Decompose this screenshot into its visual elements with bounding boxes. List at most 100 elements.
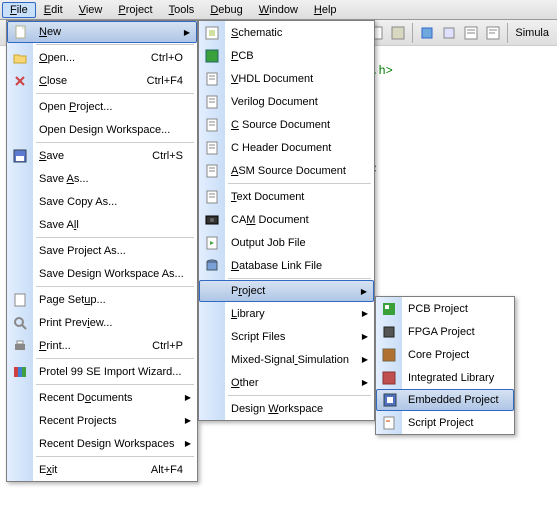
file-menu-recent-design-workspaces[interactable]: Recent Design Workspaces▶ — [7, 432, 197, 455]
pcb-icon — [204, 48, 220, 64]
menu-item-label: Save — [33, 150, 152, 162]
file-menu-save-all[interactable]: Save All — [7, 213, 197, 236]
menu-item-label: PCB — [225, 50, 374, 62]
verilog-icon — [204, 94, 220, 110]
new-menu-other[interactable]: Other▶ — [199, 371, 374, 394]
file-menu-open-project[interactable]: Open Project... — [7, 95, 197, 118]
file-menu-save[interactable]: SaveCtrl+S — [7, 144, 197, 167]
new-menu-schematic[interactable]: Schematic — [199, 21, 374, 44]
toolbar-btn-6[interactable] — [483, 23, 503, 43]
menu-item-label: CAM Document — [225, 214, 374, 226]
file-menu-save-as[interactable]: Save As... — [7, 167, 197, 190]
file-menu-save-project-as[interactable]: Save Project As... — [7, 239, 197, 262]
project-menu-fpga-project[interactable]: FPGA Project — [376, 320, 514, 343]
embed-icon — [382, 392, 398, 408]
file-menu-protel-99-se-import-wizard[interactable]: Protel 99 SE Import Wizard... — [7, 360, 197, 383]
menu-item-label: Text Document — [225, 191, 374, 203]
new-menu-mixed-signal-simulation[interactable]: Mixed-Signal Simulation▶ — [199, 348, 374, 371]
menubar-edit[interactable]: Edit — [36, 2, 71, 18]
save-icon — [12, 148, 28, 164]
new-menu-database-link-file[interactable]: Database Link File — [199, 254, 374, 277]
menubar-project[interactable]: Project — [110, 2, 160, 18]
menu-item-label: Library — [225, 308, 374, 320]
file-menu-print[interactable]: Print...Ctrl+P — [7, 334, 197, 357]
file-menu-open-design-workspace[interactable]: Open Design Workspace... — [7, 118, 197, 141]
menu-item-label: Recent Projects — [33, 415, 197, 427]
close-icon — [12, 73, 28, 89]
file-menu-save-design-workspace-as[interactable]: Save Design Workspace As... — [7, 262, 197, 285]
menubar-view[interactable]: View — [71, 2, 111, 18]
menu-item-label: Page Setup... — [33, 294, 197, 306]
file-menu-recent-projects[interactable]: Recent Projects▶ — [7, 409, 197, 432]
menu-item-shortcut: Alt+F4 — [151, 464, 197, 476]
preview-icon — [12, 315, 28, 331]
project-menu-script-project[interactable]: Script Project — [376, 411, 514, 434]
menu-item-label: FPGA Project — [402, 326, 514, 338]
import-icon — [12, 364, 28, 380]
menu-item-shortcut: Ctrl+P — [152, 340, 197, 352]
menu-item-label: Design Workspace — [225, 403, 374, 415]
project-menu-integrated-library[interactable]: Integrated Library — [376, 366, 514, 389]
menu-item-label: VHDL Document — [225, 73, 374, 85]
new-menu-project[interactable]: Project▶ — [199, 280, 374, 302]
menubar-tools[interactable]: Tools — [161, 2, 203, 18]
submenu-arrow-icon: ▶ — [362, 332, 368, 341]
file-menu-recent-documents[interactable]: Recent Documents▶ — [7, 386, 197, 409]
new-submenu: Schematic PCB VHDL Document Verilog Documen… — [198, 20, 375, 421]
menubar-debug[interactable]: Debug — [202, 2, 250, 18]
csrc-icon — [204, 117, 220, 133]
new-menu-pcb[interactable]: PCB — [199, 44, 374, 67]
menu-item-label: Recent Design Workspaces — [33, 438, 197, 450]
file-menu-save-copy-as[interactable]: Save Copy As... — [7, 190, 197, 213]
menu-item-label: Script Project — [402, 417, 514, 429]
intlib-icon — [381, 370, 397, 386]
core-icon — [381, 347, 397, 363]
menu-item-label: Save Copy As... — [33, 196, 197, 208]
new-menu-cam-document[interactable]: CAM Document — [199, 208, 374, 231]
print-icon — [12, 338, 28, 354]
menu-item-label: Database Link File — [225, 260, 374, 272]
menu-item-label: Exit — [33, 464, 151, 476]
menubar-window[interactable]: Window — [251, 2, 306, 18]
menu-item-label: Print Preview... — [33, 317, 197, 329]
toolbar-simulate[interactable]: Simula — [511, 27, 553, 39]
new-menu-script-files[interactable]: Script Files▶ — [199, 325, 374, 348]
submenu-arrow-icon: ▶ — [185, 416, 191, 425]
file-menu-print-preview[interactable]: Print Preview... — [7, 311, 197, 334]
menu-item-label: PCB Project — [402, 303, 514, 315]
submenu-arrow-icon: ▶ — [362, 378, 368, 387]
menu-item-label: New — [33, 26, 196, 38]
toolbar-btn-5[interactable] — [461, 23, 481, 43]
new-menu-verilog-document[interactable]: Verilog Document — [199, 90, 374, 113]
menubar-file[interactable]: File — [2, 2, 36, 18]
file-menu-exit[interactable]: ExitAlt+F4 — [7, 458, 197, 481]
new-menu-text-document[interactable]: Text Document — [199, 185, 374, 208]
project-menu-pcb-project[interactable]: PCB Project — [376, 297, 514, 320]
toolbar-btn-2[interactable] — [388, 23, 408, 43]
new-menu-library[interactable]: Library▶ — [199, 302, 374, 325]
new-menu-asm-source-document[interactable]: ASM Source Document — [199, 159, 374, 182]
new-menu-vhdl-document[interactable]: VHDL Document — [199, 67, 374, 90]
new-menu-c-source-document[interactable]: C Source Document — [199, 113, 374, 136]
project-menu-embedded-project[interactable]: Embedded Project — [376, 389, 514, 411]
file-menu-new[interactable]: New▶ — [7, 21, 197, 43]
submenu-arrow-icon: ▶ — [184, 28, 190, 37]
toolbar-btn-4[interactable] — [439, 23, 459, 43]
menu-item-shortcut: Ctrl+O — [151, 52, 197, 64]
file-menu-page-setup[interactable]: Page Setup... — [7, 288, 197, 311]
new-menu-c-header-document[interactable]: C Header Document — [199, 136, 374, 159]
file-menu: New▶Open...Ctrl+OCloseCtrl+F4Open Projec… — [6, 20, 198, 482]
file-menu-open[interactable]: Open...Ctrl+O — [7, 46, 197, 69]
menu-item-label: C Header Document — [225, 142, 374, 154]
project-menu-core-project[interactable]: Core Project — [376, 343, 514, 366]
toolbar-btn-3[interactable] — [417, 23, 437, 43]
menu-item-label: Core Project — [402, 349, 514, 361]
menu-item-label: Open Design Workspace... — [33, 124, 197, 136]
file-menu-close[interactable]: CloseCtrl+F4 — [7, 69, 197, 92]
menu-item-label: Recent Documents — [33, 392, 197, 404]
menu-item-label: Open... — [33, 52, 151, 64]
new-menu-design-workspace[interactable]: Design Workspace — [199, 397, 374, 420]
menu-item-label: Save Project As... — [33, 245, 197, 257]
new-menu-output-job-file[interactable]: Output Job File — [199, 231, 374, 254]
menubar-help[interactable]: Help — [306, 2, 345, 18]
